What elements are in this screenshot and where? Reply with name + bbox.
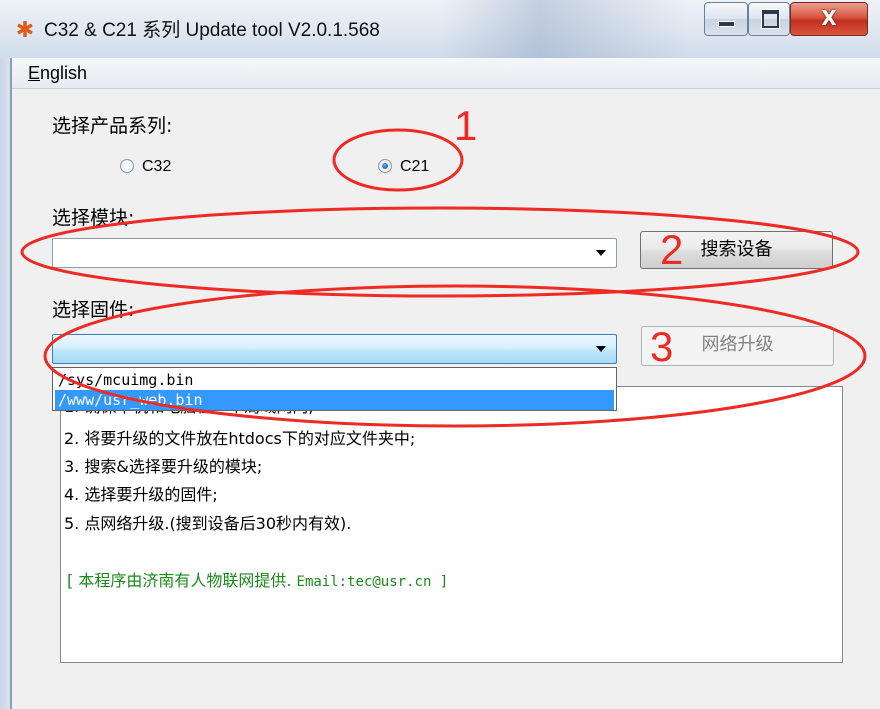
menu-item-english-label: nglish (40, 63, 88, 83)
radio-c21[interactable]: C21 (378, 156, 458, 178)
firmware-label: 选择固件: (52, 299, 135, 321)
close-icon: X (821, 6, 837, 30)
menu-mnemonic: E (28, 63, 41, 83)
window-title: C32 & C21 系列 Update tool V2.0.1.568 (44, 20, 380, 41)
title-bar: ✱ C32 & C21 系列 Update tool V2.0.1.568 X (0, 0, 880, 58)
close-button[interactable]: X (790, 2, 868, 36)
instruction-line: 5. 点网络升级.(搜到设备后30秒内有效). (64, 514, 352, 533)
credit-text: [ 本程序由济南有人物联网提供. (67, 571, 292, 590)
radio-c32-label: C32 (142, 158, 172, 175)
dropdown-option-selected[interactable]: /www/usr_web.bin (55, 390, 614, 410)
title-bar-glass (440, 0, 690, 58)
annotation-number-2: 2 (660, 226, 684, 273)
dropdown-option[interactable]: /sys/mcuimg.bin (55, 370, 614, 390)
credit-line: [ 本程序由济南有人物联网提供. Email:tec@usr.cn ] (67, 570, 448, 593)
radio-c21-label: C21 (400, 158, 430, 175)
app-logo-icon: ✱ (15, 18, 35, 43)
minimize-button[interactable] (704, 2, 748, 36)
radio-c32[interactable]: C32 (120, 156, 200, 178)
menu-item-english[interactable]: English (28, 60, 87, 86)
maximize-button[interactable] (748, 2, 790, 36)
instruction-line: 2. 将要升级的文件放在htdocs下的对应文件夹中; (64, 429, 416, 448)
firmware-select[interactable] (52, 334, 617, 364)
chevron-down-icon[interactable] (596, 250, 606, 256)
annotation-number-3: 3 (650, 323, 674, 370)
instruction-line: 3. 搜索&选择要升级的模块; (64, 457, 263, 476)
credit-email: Email:tec@usr.cn ] (296, 574, 449, 590)
instruction-line: 4. 选择要升级的固件; (64, 485, 218, 504)
module-label: 选择模块: (52, 207, 135, 229)
minimize-icon (718, 21, 735, 27)
product-series-label: 选择产品系列: (52, 115, 173, 137)
firmware-dropdown-list: /sys/mcuimg.bin /www/usr_web.bin (52, 367, 617, 411)
maximize-icon (762, 10, 779, 28)
menu-bar: English (12, 58, 880, 89)
annotation-number-1: 1 (454, 102, 478, 149)
module-select[interactable] (52, 238, 617, 268)
instructions-box: 1. 确保本机和电脑在一个局域网内; 2. 将要升级的文件放在htdocs下的对… (60, 386, 843, 663)
radio-c21-circle[interactable] (378, 159, 392, 173)
radio-c32-circle[interactable] (120, 159, 134, 173)
chevron-down-icon[interactable] (596, 346, 606, 352)
